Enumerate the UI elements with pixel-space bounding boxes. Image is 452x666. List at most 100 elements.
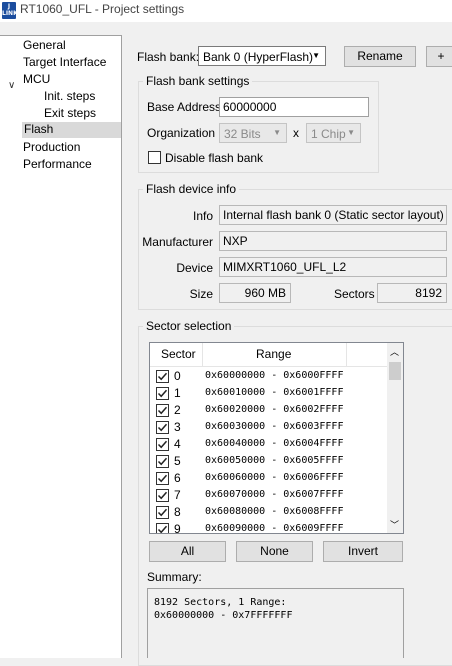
sector-checkbox[interactable] bbox=[156, 489, 169, 502]
sector-checkbox[interactable] bbox=[156, 506, 169, 519]
sector-list-header: Sector Range bbox=[150, 343, 390, 367]
vertical-scrollbar[interactable]: ︿ ﹀ bbox=[387, 343, 403, 533]
chevron-down-icon: ▼ bbox=[347, 128, 355, 137]
sector-range: 0x60000000 - 0x6000FFFF bbox=[205, 370, 344, 381]
sector-range: 0x60060000 - 0x6006FFFF bbox=[205, 472, 344, 483]
chevron-down-icon: ▼ bbox=[273, 128, 281, 137]
sector-range: 0x60040000 - 0x6004FFFF bbox=[205, 438, 344, 449]
flash-bank-settings-title: Flash bank settings bbox=[143, 74, 253, 88]
tree-item-init-steps[interactable]: Init. steps bbox=[44, 89, 95, 105]
sector-list[interactable]: Sector Range 0 0x60000000 - 0x6000FFFF 1 0x… bbox=[149, 342, 404, 534]
rename-button[interactable]: Rename bbox=[344, 46, 416, 67]
tree-item-production[interactable]: Production bbox=[23, 140, 80, 156]
sector-number: 9 bbox=[174, 522, 181, 534]
sector-number: 4 bbox=[174, 437, 181, 451]
flash-bank-selected: Bank 0 (HyperFlash) bbox=[203, 50, 314, 64]
sectors-label: Sectors bbox=[334, 287, 375, 301]
device-value: MIMXRT1060_UFL_L2 bbox=[219, 257, 447, 277]
sector-number: 1 bbox=[174, 386, 181, 400]
app-icon-caption: LINK bbox=[2, 10, 18, 17]
sector-row[interactable]: 1 0x60010000 - 0x6001FFFF bbox=[150, 385, 390, 402]
sectors-value: 8192 bbox=[377, 283, 447, 303]
title-bar: J LINK RT1060_UFL - Project settings bbox=[0, 0, 452, 22]
jlink-app-icon: J LINK bbox=[2, 2, 18, 19]
sector-number: 0 bbox=[174, 369, 181, 383]
bits-selected: 32 Bits bbox=[224, 127, 261, 141]
tree-item-performance[interactable]: Performance bbox=[23, 157, 92, 173]
select-none-button[interactable]: None bbox=[236, 541, 313, 562]
sector-number: 5 bbox=[174, 454, 181, 468]
base-address-input[interactable]: 60000000 bbox=[219, 97, 369, 117]
sector-number: 8 bbox=[174, 505, 181, 519]
flash-bank-select[interactable]: Bank 0 (HyperFlash) ▼ bbox=[198, 46, 326, 66]
sector-range: 0x60030000 - 0x6003FFFF bbox=[205, 421, 344, 432]
sector-number: 3 bbox=[174, 420, 181, 434]
sector-range: 0x60070000 - 0x6007FFFF bbox=[205, 489, 344, 500]
sector-row[interactable]: 5 0x60050000 - 0x6005FFFF bbox=[150, 453, 390, 470]
sector-selection-title: Sector selection bbox=[143, 319, 235, 333]
manufacturer-label: Manufacturer bbox=[142, 235, 213, 249]
settings-tree: ∨ General Target Interface MCU Init. ste… bbox=[0, 35, 122, 658]
disable-flash-bank-checkbox[interactable] bbox=[148, 151, 161, 164]
scroll-thumb[interactable] bbox=[389, 362, 401, 380]
scroll-up-icon[interactable]: ︿ bbox=[390, 345, 399, 358]
flash-bank-label: Flash bank: bbox=[137, 50, 200, 64]
sector-row[interactable]: 9 0x60090000 - 0x6009FFFF bbox=[150, 521, 390, 534]
sector-row[interactable]: 6 0x60060000 - 0x6006FFFF bbox=[150, 470, 390, 487]
sector-row[interactable]: 7 0x60070000 - 0x6007FFFF bbox=[150, 487, 390, 504]
sector-checkbox[interactable] bbox=[156, 370, 169, 383]
header-separator bbox=[346, 343, 347, 367]
summary-label: Summary: bbox=[147, 570, 202, 584]
app-icon-letter: J bbox=[7, 3, 11, 10]
sector-number: 6 bbox=[174, 471, 181, 485]
sector-checkbox[interactable] bbox=[156, 421, 169, 434]
scroll-down-icon[interactable]: ﹀ bbox=[390, 518, 399, 531]
select-all-button[interactable]: All bbox=[149, 541, 226, 562]
sector-row[interactable]: 2 0x60020000 - 0x6002FFFF bbox=[150, 402, 390, 419]
sector-checkbox[interactable] bbox=[156, 472, 169, 485]
sector-number: 2 bbox=[174, 403, 181, 417]
sector-row[interactable]: 8 0x60080000 - 0x6008FFFF bbox=[150, 504, 390, 521]
flash-device-info-title: Flash device info bbox=[143, 182, 240, 196]
tree-item-exit-steps[interactable]: Exit steps bbox=[44, 106, 96, 122]
manufacturer-value: NXP bbox=[219, 231, 447, 251]
sector-range: 0x60050000 - 0x6005FFFF bbox=[205, 455, 344, 466]
summary-text: 8192 Sectors, 1 Range: 0x60000000 - 0x7F… bbox=[147, 588, 404, 658]
sector-checkbox[interactable] bbox=[156, 387, 169, 400]
sector-row[interactable]: 3 0x60030000 - 0x6003FFFF bbox=[150, 419, 390, 436]
bits-select[interactable]: 32 Bits ▼ bbox=[219, 123, 287, 143]
chips-select[interactable]: 1 Chip ▼ bbox=[306, 123, 361, 143]
sector-range: 0x60080000 - 0x6008FFFF bbox=[205, 506, 344, 517]
sector-row[interactable]: 4 0x60040000 - 0x6004FFFF bbox=[150, 436, 390, 453]
base-address-label: Base Address bbox=[147, 100, 222, 114]
sector-range: 0x60010000 - 0x6001FFFF bbox=[205, 387, 344, 398]
tree-item-flash[interactable]: Flash bbox=[22, 122, 121, 138]
tree-item-target-interface[interactable]: Target Interface bbox=[23, 55, 106, 71]
collapse-chevron-icon[interactable]: ∨ bbox=[8, 80, 15, 91]
sector-range: 0x60020000 - 0x6002FFFF bbox=[205, 404, 344, 415]
tree-item-general[interactable]: General bbox=[23, 38, 66, 54]
info-label: Info bbox=[192, 209, 213, 223]
times-label: x bbox=[293, 126, 299, 140]
sector-checkbox[interactable] bbox=[156, 455, 169, 468]
col-range-header[interactable]: Range bbox=[256, 347, 291, 361]
invert-selection-button[interactable]: Invert bbox=[323, 541, 403, 562]
chips-selected: 1 Chip bbox=[311, 127, 346, 141]
disable-flash-bank-label: Disable flash bank bbox=[165, 151, 264, 165]
size-label: Size bbox=[189, 287, 213, 301]
window-title: RT1060_UFL - Project settings bbox=[20, 2, 185, 16]
sector-row[interactable]: 0 0x60000000 - 0x6000FFFF bbox=[150, 368, 390, 385]
size-value: 960 MB bbox=[219, 283, 291, 303]
sector-number: 7 bbox=[174, 488, 181, 502]
col-sector-header[interactable]: Sector bbox=[161, 347, 196, 361]
sector-checkbox[interactable] bbox=[156, 523, 169, 533]
add-bank-button[interactable]: + bbox=[426, 46, 452, 67]
sector-range: 0x60090000 - 0x6009FFFF bbox=[205, 523, 344, 534]
device-label: Device bbox=[176, 261, 213, 275]
info-value: Internal flash bank 0 (Static sector lay… bbox=[219, 205, 447, 225]
organization-label: Organization bbox=[147, 126, 216, 140]
sector-checkbox[interactable] bbox=[156, 404, 169, 417]
chevron-down-icon: ▼ bbox=[312, 51, 320, 60]
sector-checkbox[interactable] bbox=[156, 438, 169, 451]
tree-item-mcu[interactable]: MCU bbox=[23, 72, 50, 88]
